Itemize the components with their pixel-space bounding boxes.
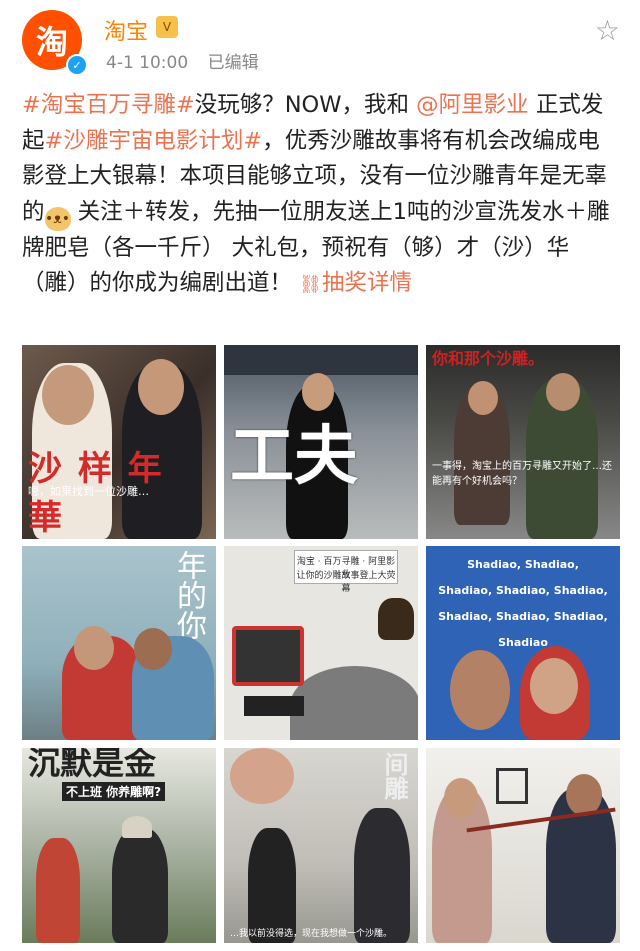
verified-icon: ✓: [66, 54, 88, 76]
poster-image-7[interactable]: 沉默是金 不上班 你养雕啊?: [22, 748, 216, 943]
lottery-link[interactable]: ⛓抽奖详情: [299, 270, 412, 296]
poster-5-subtitle: 让你的沙雕故事登上大荧幕: [296, 571, 396, 594]
hashtag-taobao[interactable]: #淘宝百万寻雕#: [22, 92, 195, 118]
poster-1-title: 沙 样 年 華: [28, 449, 164, 538]
poster-3-subtitle: 一事得，淘宝上的百万寻雕又开始了…还能再有个好机会吗？: [432, 461, 612, 487]
edited-label[interactable]: 已编辑: [208, 53, 259, 73]
user-name[interactable]: 淘宝: [104, 14, 148, 46]
poster-image-8[interactable]: 间雕 …我以前没得选，现在我想做一个沙雕。: [224, 748, 418, 943]
poster-7-subtitle: 不上班 你养雕啊?: [62, 782, 166, 801]
poster-3-title: 你和那个沙雕。: [432, 349, 545, 368]
poster-image-6[interactable]: Shadiao, Shadiao, Shadiao, Shadiao, Shad…: [426, 546, 620, 740]
hashtag-movie-plan[interactable]: #沙雕宇宙电影计划#: [45, 128, 263, 154]
avatar-text: 淘: [35, 23, 68, 61]
poster-image-2[interactable]: 工夫: [224, 345, 418, 539]
doge-emoji-icon: •ᴥ•: [44, 206, 71, 231]
star-icon[interactable]: ☆: [595, 14, 620, 47]
poster-4-title: 年的你: [171, 550, 206, 640]
mention-alibaba-pictures[interactable]: @阿里影业: [416, 92, 529, 118]
poster-8-subtitle: …我以前没得选，现在我想做一个沙雕。: [230, 929, 393, 939]
link-icon: ⛓: [299, 274, 323, 295]
post-time: 4-1 10:00: [106, 53, 189, 73]
poster-image-3[interactable]: 你和那个沙雕。 一事得，淘宝上的百万寻雕又开始了…还能再有个好机会吗？: [426, 345, 620, 539]
poster-image-5[interactable]: 淘宝 · 百万寻雕 · 阿里影业 让你的沙雕故事登上大荧幕: [224, 546, 418, 740]
poster-image-4[interactable]: 年的你: [22, 546, 216, 740]
member-badge-icon[interactable]: V: [156, 16, 178, 38]
post-header: 淘 ✓ 淘宝 V 4-1 10:00 已编辑 ☆: [0, 0, 640, 80]
post-text-1: 没玩够？NOW，我和: [194, 92, 410, 118]
post-text: #淘宝百万寻雕#没玩够？NOW，我和 @阿里影业 正式发起#沙雕宇宙电影计划#，…: [22, 88, 622, 303]
poster-6-line-3: Shadiao, Shadiao, Shadiao, Shadiao: [438, 610, 608, 649]
poster-image-9[interactable]: [426, 748, 620, 943]
poster-7-title: 沉默是金: [28, 748, 157, 782]
post-meta: 4-1 10:00 已编辑: [106, 48, 273, 73]
poster-8-title: 间雕: [380, 752, 408, 800]
lottery-label: 抽奖详情: [322, 270, 413, 296]
poster-6-line-2: Shadiao, Shadiao, Shadiao,: [438, 584, 608, 597]
poster-2-title: 工夫: [230, 420, 358, 494]
poster-image-1[interactable]: 嗯，如果找到一位沙雕… 沙 样 年 華: [22, 345, 216, 539]
poster-6-line-1: Shadiao, Shadiao,: [467, 558, 579, 571]
